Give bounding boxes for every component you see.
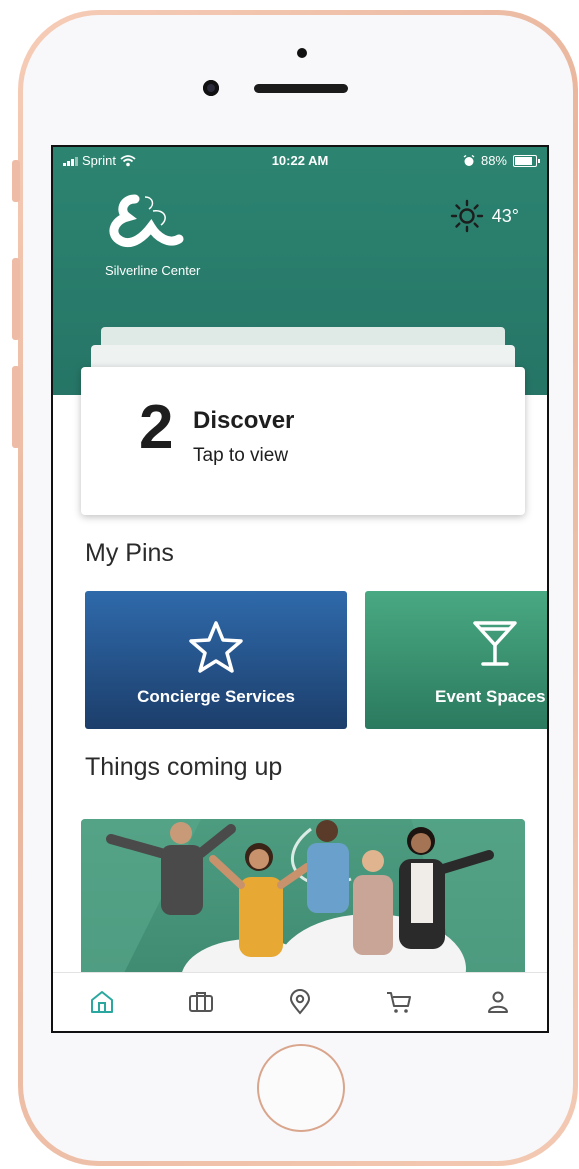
things-coming-up-heading: Things coming up — [85, 753, 283, 781]
discover-subtitle: Tap to view — [193, 445, 289, 466]
location-pin-icon — [289, 989, 310, 1015]
brand-logo-icon — [109, 194, 184, 247]
mute-switch — [12, 160, 20, 202]
front-camera — [203, 80, 219, 96]
tab-location[interactable] — [280, 982, 320, 1022]
tab-home[interactable] — [82, 982, 122, 1022]
event-photo[interactable] — [81, 819, 525, 979]
tab-profile[interactable] — [478, 982, 518, 1022]
app-screen: Sprint 10:22 AM 88% Silverline Center 43… — [51, 145, 549, 1033]
tab-briefcase[interactable] — [181, 982, 221, 1022]
alarm-icon — [463, 154, 475, 166]
sun-icon — [450, 199, 483, 233]
status-bar: Sprint 10:22 AM 88% — [53, 147, 547, 175]
profile-icon — [487, 991, 508, 1013]
event-photo-illustration — [81, 819, 525, 979]
pin-concierge-services[interactable]: Concierge Services — [85, 591, 347, 729]
my-pins-heading: My Pins — [85, 539, 174, 567]
briefcase-icon — [189, 992, 214, 1012]
cocktail-glass-icon — [473, 621, 517, 666]
tab-cart[interactable] — [379, 982, 419, 1022]
star-icon — [189, 621, 243, 673]
home-button[interactable] — [257, 1044, 345, 1132]
pin-event-spaces[interactable]: Event Spaces — [365, 591, 547, 729]
proximity-sensor — [297, 48, 307, 58]
discover-title: Discover — [193, 407, 295, 434]
tab-bar — [53, 972, 547, 1031]
volume-down-button — [12, 366, 20, 448]
weather-widget[interactable]: 43° — [450, 199, 519, 233]
pin-label: Concierge Services — [137, 687, 295, 706]
temperature-value: 43° — [491, 205, 519, 226]
volume-up-button — [12, 258, 20, 340]
discover-card[interactable]: 2 Discover Tap to view — [81, 367, 525, 515]
pin-label: Event Spaces — [435, 687, 546, 706]
earpiece-speaker — [254, 84, 348, 93]
cart-icon — [386, 992, 411, 1013]
battery-percent: 88% — [480, 153, 507, 168]
discover-count: 2 — [139, 393, 174, 462]
battery-icon — [513, 154, 540, 167]
brand-name: Silverline Center — [105, 263, 201, 278]
home-icon — [91, 991, 114, 1013]
